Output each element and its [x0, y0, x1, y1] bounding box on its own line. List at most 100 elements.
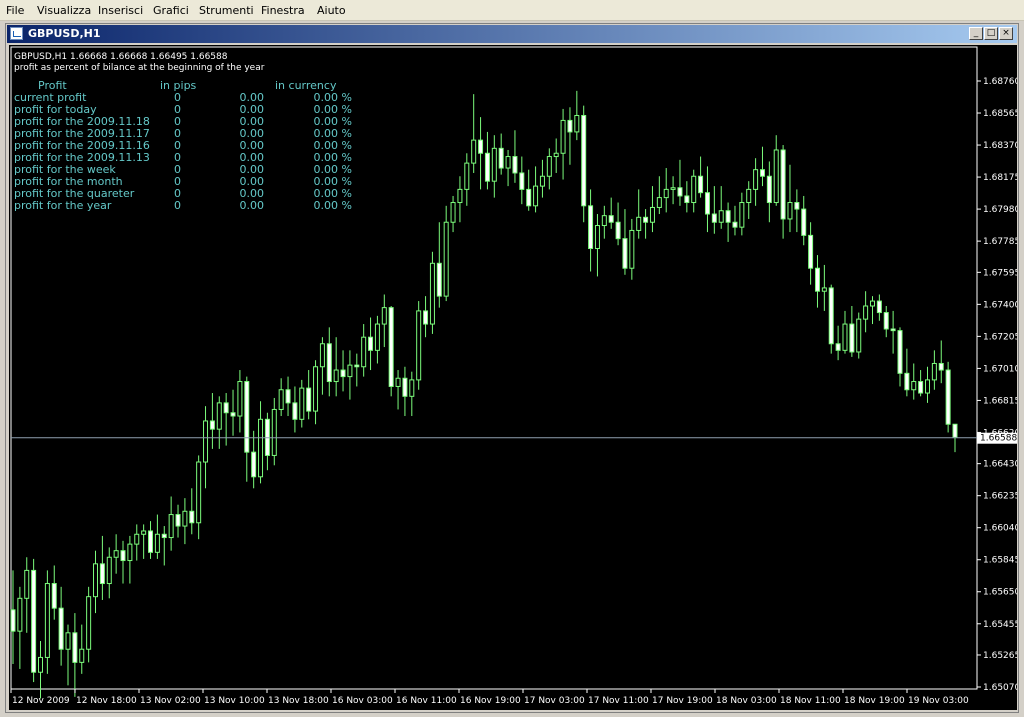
candle-body — [416, 310, 422, 381]
close-button[interactable]: × — [999, 27, 1013, 40]
price-tick-label: 1.68370 — [983, 141, 1017, 151]
candle-body — [285, 389, 291, 404]
candle-body — [182, 510, 188, 527]
candle-body — [821, 287, 827, 292]
time-tick-label: 13 Nov 02:00 — [140, 696, 201, 706]
candle-body — [526, 188, 532, 207]
candle-body — [154, 533, 160, 553]
menu-insert[interactable]: Inserisci — [98, 4, 143, 17]
price-tick-label: 1.68565 — [983, 109, 1017, 119]
minimize-button[interactable]: _ — [969, 27, 983, 40]
candle-body — [759, 169, 765, 177]
time-tick-label: 17 Nov 03:00 — [524, 696, 585, 706]
candle-body — [890, 328, 896, 332]
candle-body — [718, 210, 724, 223]
candle-body — [361, 336, 367, 368]
candle-body — [849, 323, 855, 353]
price-tick-label: 1.67785 — [983, 237, 1017, 247]
window-titlebar[interactable]: GBPUSD,H1 _ □ × — [7, 25, 1017, 43]
time-tick-label: 18 Nov 11:00 — [780, 696, 841, 706]
candle-body — [44, 583, 50, 658]
candle-body — [99, 563, 105, 585]
candle-body — [698, 175, 704, 194]
candle-body — [409, 379, 415, 397]
current-price-label: 1.66588 — [980, 434, 1017, 444]
menu-help[interactable]: Aiuto — [317, 4, 346, 17]
candle-body — [636, 216, 642, 231]
candle-body — [588, 205, 594, 250]
candle-body — [10, 609, 16, 632]
candle-body — [148, 530, 154, 553]
time-tick-label: 16 Nov 03:00 — [332, 696, 393, 706]
candle-body — [216, 402, 222, 430]
candle-body — [663, 188, 669, 199]
chart-window-icon — [10, 27, 23, 40]
menu-charts[interactable]: Grafici — [153, 4, 189, 17]
candle-body — [945, 369, 951, 425]
candle-body — [31, 569, 37, 673]
candle-body — [704, 192, 710, 215]
price-tick-label: 1.67010 — [983, 364, 1017, 374]
candle-body — [484, 152, 490, 182]
time-axis: 12 Nov 2009 12 Nov 18:00 13 Nov 02:00 13 No… — [10, 689, 969, 706]
candle-body — [450, 202, 456, 223]
candle-body — [677, 187, 683, 197]
candle-body — [278, 389, 284, 410]
candle-body — [828, 287, 834, 345]
candle-body — [904, 372, 910, 391]
time-tick-label: 17 Nov 11:00 — [588, 696, 649, 706]
candle-body — [203, 420, 209, 463]
time-tick-label: 18 Nov 19:00 — [844, 696, 905, 706]
candle-body — [251, 451, 257, 478]
candle-body — [443, 221, 449, 297]
candle-body — [457, 188, 463, 204]
price-tick-label: 1.65455 — [983, 620, 1017, 630]
candle-body — [86, 596, 92, 650]
candle-body — [643, 216, 649, 223]
candle-body — [622, 238, 628, 269]
candle-body — [876, 300, 882, 314]
price-tick-label: 1.65845 — [983, 556, 1017, 566]
price-tick-label: 1.67980 — [983, 205, 1017, 215]
menu-window[interactable]: Finestra — [261, 4, 305, 17]
menu-view[interactable]: Visualizza — [37, 4, 91, 17]
price-tick-label: 1.66815 — [983, 396, 1017, 406]
profit-row-label: profit for the year — [14, 199, 112, 212]
candle-body — [395, 377, 401, 387]
time-tick-label: 13 Nov 10:00 — [204, 696, 265, 706]
time-tick-label: 12 Nov 18:00 — [76, 696, 137, 706]
menu-tools[interactable]: Strumenti — [199, 4, 254, 17]
candle-body — [608, 215, 614, 223]
candle-body — [842, 323, 848, 351]
price-tick-label: 1.65650 — [983, 588, 1017, 598]
candle-body — [313, 366, 319, 412]
candle-body — [883, 312, 889, 330]
candle-body — [753, 169, 759, 190]
chart-header-note: profit as percent of bilance at the begi… — [14, 63, 265, 73]
candle-body — [567, 119, 573, 133]
candle-body — [794, 202, 800, 210]
candle-body — [629, 229, 635, 269]
candle-body — [512, 156, 518, 174]
profit-row-pips: 0 — [174, 199, 181, 212]
candle-body — [244, 381, 250, 453]
candle-body — [924, 379, 930, 394]
menu-file[interactable]: File — [6, 4, 24, 17]
time-tick-label: 18 Nov 03:00 — [716, 696, 777, 706]
candle-body — [684, 195, 690, 204]
candlestick-chart: GBPUSD,H1 1.66668 1.66668 1.66495 1.6658… — [10, 46, 1020, 706]
maximize-button[interactable]: □ — [984, 27, 998, 40]
chart-area[interactable]: GBPUSD,H1 1.66668 1.66668 1.66495 1.6658… — [9, 45, 1020, 710]
time-tick-label: 13 Nov 18:00 — [268, 696, 329, 706]
candle-body — [670, 187, 676, 190]
candle-body — [38, 656, 44, 673]
candle-body — [17, 597, 23, 632]
price-tick-label: 1.66235 — [983, 492, 1017, 502]
price-tick-label: 1.67400 — [983, 300, 1017, 310]
price-tick-label: 1.68760 — [983, 77, 1017, 87]
candle-body — [306, 387, 312, 412]
candle-body — [732, 221, 738, 228]
candle-body — [271, 408, 277, 456]
candle-body — [347, 364, 353, 378]
price-tick-label: 1.65265 — [983, 651, 1017, 661]
